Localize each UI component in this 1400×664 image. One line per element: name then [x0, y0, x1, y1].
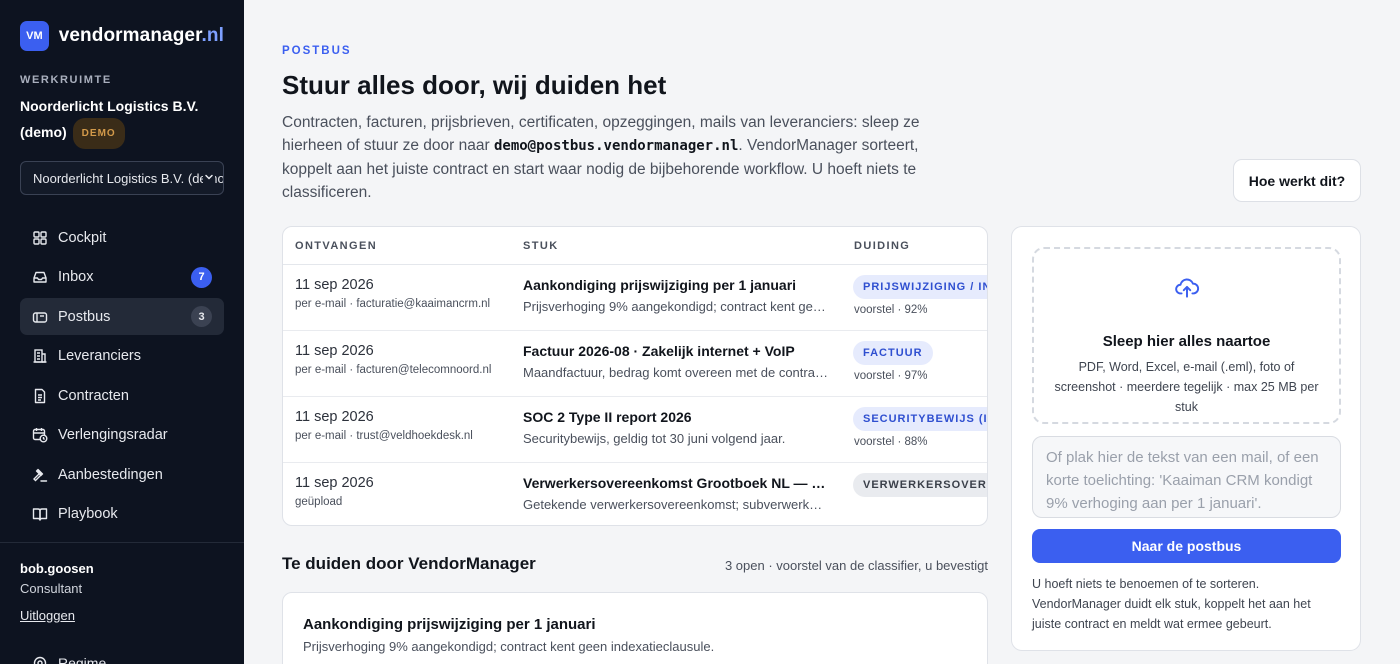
classification-tag: VERWERKERSOVEREENKOMST: [853, 473, 987, 497]
paste-text-input[interactable]: [1032, 436, 1341, 518]
postbus-count-badge: 3: [191, 306, 212, 327]
how-it-works-button[interactable]: Hoe werkt dit?: [1233, 159, 1361, 202]
user-name: bob.goosen: [20, 561, 94, 576]
sidebar-item-label: Contracten: [58, 387, 129, 404]
column-header-received: ONTVANGEN: [295, 240, 378, 252]
workspace-select[interactable]: Noorderlicht Logistics B.V. (demo): [20, 161, 224, 195]
sidebar-item-label: Cockpit: [58, 229, 107, 246]
classification-tag: PRIJSWIJZIGING / INDEXATIE: [853, 275, 987, 299]
received-via: per e-mail · trust@veldhoekdesk.nl: [295, 430, 473, 442]
column-header-document: STUK: [523, 240, 559, 252]
send-to-postbus-button[interactable]: Naar de postbus: [1032, 529, 1341, 563]
sidebar-item-label: Aanbestedingen: [58, 466, 163, 483]
received-via: per e-mail · facturen@telecomnoord.nl: [295, 364, 492, 376]
received-date: 11 sep 2026: [295, 277, 374, 293]
classification-tag: SECURITYBEWIJS (ISO/SOC): [853, 407, 987, 431]
received-date: 11 sep 2026: [295, 409, 374, 425]
sidebar-item-cockpit[interactable]: Cockpit: [20, 219, 224, 256]
document-icon: [34, 388, 46, 403]
document-title: SOC 2 Type II report 2026: [523, 409, 692, 425]
gavel-icon: [33, 468, 48, 482]
dropzone-title: Sleep hier alles naartoe: [1102, 333, 1271, 350]
user-block: bob.goosen Consultant Uitloggen: [0, 542, 244, 664]
queue-section-title: Te duiden door VendorManager: [282, 554, 536, 573]
sidebar-item-label: Playbook: [58, 506, 118, 522]
brand-name-main: vendormanager: [58, 24, 202, 46]
brand[interactable]: VM vendormanager.nl: [0, 0, 244, 52]
cloud-upload-icon: [1175, 278, 1200, 298]
table-row[interactable]: 11 sep 2026 per e-mail · trust@veldhoekd…: [283, 397, 987, 463]
document-title: Verwerkersovereenkomst Grootboek NL — ge…: [523, 475, 831, 491]
dropzone-hint: PDF, Word, Excel, e-mail (.eml), foto of…: [1054, 360, 1319, 414]
queue-item-title: Aankondiging prijswijziging per 1 januar…: [303, 616, 596, 633]
mailbox-icon: [32, 311, 48, 323]
page-eyebrow: POSTBUS: [282, 45, 352, 57]
sidebar-item-inbox[interactable]: Inbox 7: [20, 259, 224, 296]
sidebar-item-label: Regime: [58, 655, 107, 664]
sidebar-item-contracten[interactable]: Contracten: [20, 377, 224, 414]
page-intro: Contracten, facturen, prijsbrieven, cert…: [282, 111, 922, 204]
received-date: 11 sep 2026: [295, 475, 374, 491]
user-role: Consultant: [20, 581, 83, 596]
inbox-icon: [33, 271, 47, 283]
brand-logo: VM: [20, 20, 49, 51]
upload-panel: Sleep hier alles naartoe PDF, Word, Exce…: [1011, 226, 1361, 651]
sidebar-item-label: Verlengingsradar: [58, 427, 168, 443]
chevron-down-icon: [203, 171, 215, 183]
sidebar-item-leveranciers[interactable]: Leveranciers: [20, 338, 224, 375]
page-title: Stuur alles door, wij duiden het: [282, 70, 667, 100]
document-summary: Getekende verwerkersovereenkomst; subver…: [523, 497, 828, 512]
document-title: Aankondiging prijswijziging per 1 januar…: [523, 277, 797, 293]
upload-note: U hoeft niets te benoemen of te sorteren…: [1032, 577, 1311, 631]
brand-name: vendormanager.nl: [59, 25, 224, 47]
received-via: per e-mail · facturatie@kaaimancrm.nl: [295, 298, 491, 310]
document-summary: Prijsverhoging 9% aangekondigd; contract…: [523, 299, 828, 314]
workspace-name: Noorderlicht Logistics B.V. (demo) DEMO: [20, 95, 224, 149]
workspace-select-value: Noorderlicht Logistics B.V. (demo): [33, 170, 224, 186]
sidebar: VM vendormanager.nl WERKRUIMTE Noorderli…: [0, 0, 244, 664]
received-via: geüpload: [295, 496, 343, 508]
calendar-clock-icon: [32, 428, 48, 443]
received-documents-table: ONTVANGEN STUK DUIDING 11 sep 2026 per e…: [282, 226, 988, 526]
sidebar-item-aanbestedingen[interactable]: Aanbestedingen: [20, 456, 224, 493]
classification-tag: FACTUUR: [853, 341, 933, 365]
main-content: POSTBUS Stuur alles door, wij duiden het…: [244, 0, 1400, 664]
queue-item-card[interactable]: Aankondiging prijswijziging per 1 januar…: [282, 592, 988, 664]
grid-icon: [33, 230, 47, 245]
queue-item-summary: Prijsverhoging 9% aangekondigd; contract…: [303, 639, 715, 654]
classification-confidence: voorstel · 97%: [854, 370, 928, 382]
settings-icon: [33, 656, 47, 664]
sidebar-item-label: Postbus: [58, 308, 111, 325]
main-nav: Cockpit Inbox 7 Postbus 3 Leveranciers C…: [0, 219, 244, 533]
workspace-label: WERKRUIMTE: [20, 74, 112, 86]
postbus-email[interactable]: demo@postbus.vendormanager.nl: [494, 138, 738, 154]
table-row[interactable]: 11 sep 2026 geüpload Verwerkersovereenko…: [283, 463, 987, 525]
classification-confidence: voorstel · 92%: [854, 304, 928, 316]
sidebar-item-label: Leveranciers: [58, 348, 142, 364]
brand-name-tld: .nl: [201, 24, 224, 46]
received-date: 11 sep 2026: [295, 343, 374, 359]
document-title: Factuur 2026-08 · Zakelijk internet + Vo…: [523, 343, 795, 359]
building-icon: [33, 349, 47, 363]
inbox-count-badge: 7: [191, 266, 212, 288]
logout-link[interactable]: Uitloggen: [20, 608, 75, 623]
demo-badge: DEMO: [72, 118, 125, 149]
document-summary: Securitybewijs, geldig tot 30 juni volge…: [523, 431, 786, 446]
sidebar-item-playbook[interactable]: Playbook: [20, 496, 224, 533]
sidebar-item-postbus[interactable]: Postbus 3: [20, 298, 224, 335]
column-header-classification: DUIDING: [854, 240, 911, 252]
sidebar-item-label: Inbox: [58, 269, 94, 285]
document-summary: Maandfactuur, bedrag komt overeen met de…: [523, 365, 828, 380]
queue-section-meta: 3 open · voorstel van de classifier, u b…: [724, 558, 988, 573]
table-row[interactable]: 11 sep 2026 per e-mail · facturen@teleco…: [283, 331, 987, 397]
sidebar-item-regime[interactable]: Regime: [32, 655, 106, 664]
book-icon: [32, 508, 48, 521]
classification-confidence: voorstel · 88%: [854, 436, 928, 448]
file-dropzone[interactable]: Sleep hier alles naartoe PDF, Word, Exce…: [1032, 247, 1341, 424]
sidebar-item-verlengingsradar[interactable]: Verlengingsradar: [20, 417, 224, 454]
table-row[interactable]: 11 sep 2026 per e-mail · facturatie@kaai…: [283, 265, 987, 331]
